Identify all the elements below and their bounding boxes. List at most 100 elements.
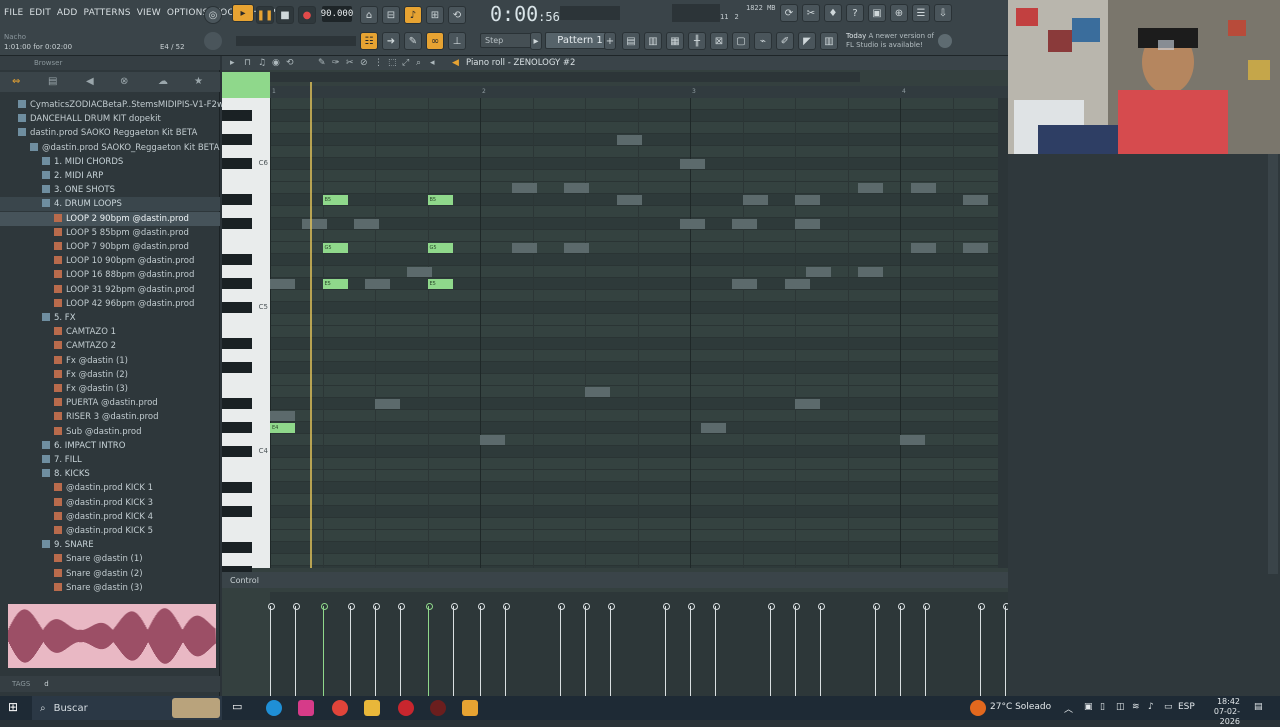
- note-lane[interactable]: [270, 482, 1008, 494]
- black-key[interactable]: [222, 194, 252, 205]
- black-key[interactable]: [222, 542, 252, 553]
- note-lane[interactable]: [270, 386, 1008, 398]
- velocity-bar[interactable]: [977, 603, 985, 696]
- loop-tool-icon[interactable]: ⟲: [286, 58, 294, 68]
- note-lane[interactable]: [270, 470, 1008, 482]
- black-key[interactable]: [222, 362, 252, 373]
- app-dark-icon[interactable]: [430, 700, 446, 716]
- browser-folder-item[interactable]: 1. MIDI CHORDS: [0, 155, 220, 169]
- velocity-bar[interactable]: [608, 603, 616, 696]
- note-lane[interactable]: [270, 158, 1008, 170]
- note-lane[interactable]: [270, 302, 1008, 314]
- browser-file-item[interactable]: Fx @dastin (3): [0, 382, 220, 396]
- zoom-tool-icon[interactable]: ⤢: [402, 58, 409, 68]
- save-icon[interactable]: ▣: [868, 4, 886, 22]
- midi-note[interactable]: E4: [270, 423, 296, 433]
- note-lane[interactable]: [270, 494, 1008, 506]
- language-indicator[interactable]: ESP: [1178, 702, 1195, 712]
- browser-folder-item[interactable]: 7. FILL: [0, 453, 220, 467]
- velocity-bar[interactable]: [713, 603, 721, 696]
- browser-file-item[interactable]: LOOP 5 85bpm @dastin.prod: [0, 226, 220, 240]
- menu-item-patterns[interactable]: PATTERNS: [84, 8, 131, 18]
- note-lane[interactable]: [270, 182, 1008, 194]
- master-pitch-slider[interactable]: [236, 36, 356, 46]
- black-key[interactable]: [222, 110, 252, 121]
- midi-note[interactable]: G5: [322, 243, 348, 253]
- note-lane[interactable]: [270, 434, 1008, 446]
- file-explorer-icon[interactable]: [364, 700, 380, 716]
- tray-arrow-icon[interactable]: ︿: [1064, 702, 1073, 715]
- sample-waveform-preview[interactable]: [8, 604, 216, 668]
- note-lane[interactable]: [270, 110, 1008, 122]
- stamp-tool-icon[interactable]: ♫: [258, 58, 266, 68]
- countdown-icon[interactable]: ♪: [404, 6, 422, 24]
- browser-folder-item[interactable]: 2. MIDI ARP: [0, 169, 220, 183]
- velocity-bar[interactable]: [268, 603, 275, 696]
- tray-wifi-icon[interactable]: ≋: [1132, 702, 1140, 712]
- plugin-picker-icon[interactable]: ⊠: [710, 32, 728, 50]
- menu-item-options[interactable]: OPTIONS: [167, 8, 209, 18]
- note-lane[interactable]: [270, 98, 1008, 110]
- browser-folder-item[interactable]: 5. FX: [0, 311, 220, 325]
- black-key[interactable]: [222, 218, 252, 229]
- note-lane[interactable]: [270, 146, 1008, 158]
- chat-icon[interactable]: ☰: [912, 4, 930, 22]
- menu-item-file[interactable]: FILE: [4, 8, 23, 18]
- tempo-display[interactable]: 90.000: [321, 6, 353, 22]
- tray-battery-icon[interactable]: ▭: [1164, 702, 1173, 712]
- piano-keyboard[interactable]: C6 C5 C4: [222, 98, 270, 577]
- browser-file-item[interactable]: CAMTAZO 2: [0, 339, 220, 353]
- browser-file-item[interactable]: CAMTAZO 1: [0, 325, 220, 339]
- instagram-icon[interactable]: [298, 700, 314, 716]
- notification-icon[interactable]: ▤: [1254, 702, 1263, 712]
- note-lane[interactable]: [270, 374, 1008, 386]
- plugin-db-icon[interactable]: ⊗: [120, 76, 128, 87]
- browser-file-item[interactable]: Snare @dastin (3): [0, 581, 220, 595]
- app-red-icon[interactable]: [398, 700, 414, 716]
- loop-record-icon[interactable]: ⟲: [448, 6, 466, 24]
- midi-note[interactable]: B5: [322, 195, 348, 205]
- velocity-lane[interactable]: [268, 592, 1090, 696]
- note-lane[interactable]: [270, 314, 1008, 326]
- piano-roll-window-icon[interactable]: ▥: [644, 32, 662, 50]
- pattern-add-icon[interactable]: +: [604, 32, 616, 50]
- browser-file-item[interactable]: LOOP 7 90bpm @dastin.prod: [0, 240, 220, 254]
- plugin-icon[interactable]: ⊕: [890, 4, 908, 22]
- task-view-icon[interactable]: ▭: [232, 700, 248, 716]
- browser-file-item[interactable]: Fx @dastin (2): [0, 368, 220, 382]
- mute-tool-icon[interactable]: ⊘: [360, 58, 368, 68]
- browser-file-item[interactable]: LOOP 10 90bpm @dastin.prod: [0, 254, 220, 268]
- browser-options-icon[interactable]: ⇔: [12, 76, 20, 87]
- note-lane[interactable]: [270, 290, 1008, 302]
- note-lane[interactable]: [270, 542, 1008, 554]
- black-key[interactable]: [222, 482, 252, 493]
- velocity-bar[interactable]: [1003, 603, 1010, 696]
- slice-tool-icon[interactable]: ⋮: [374, 58, 383, 68]
- note-lane[interactable]: [270, 506, 1008, 518]
- star-icon[interactable]: ★: [194, 76, 203, 87]
- note-lane[interactable]: [270, 518, 1008, 530]
- black-key[interactable]: [222, 254, 252, 265]
- clock[interactable]: 18:42 07-02-2026: [1200, 697, 1240, 727]
- metronome-icon[interactable]: ⌂: [360, 6, 378, 24]
- browser-file-item[interactable]: LOOP 42 96bpm @dastin.prod: [0, 297, 220, 311]
- browser-folder-item[interactable]: CymaticsZODIACBetaP..StemsMIDIPIS-V1-F2w: [0, 98, 224, 112]
- playlist-window-icon[interactable]: ▤: [622, 32, 640, 50]
- black-key[interactable]: [222, 134, 252, 145]
- browser-file-item[interactable]: LOOP 31 92bpm @dastin.prod: [0, 283, 220, 297]
- weather-text[interactable]: 27°C Soleado: [990, 702, 1051, 712]
- browser-file-item[interactable]: @dastin.prod KICK 3: [0, 496, 220, 510]
- cut-icon[interactable]: ✂: [802, 4, 820, 22]
- magnet-icon[interactable]: ⊓: [244, 58, 251, 68]
- browser-folder-item[interactable]: 4. DRUM LOOPS: [0, 197, 220, 212]
- note-lane[interactable]: [270, 530, 1008, 542]
- note-lane[interactable]: [270, 326, 1008, 338]
- note-lane[interactable]: [270, 230, 1008, 242]
- pause-button[interactable]: ❚❚: [256, 6, 274, 24]
- browser-file-item[interactable]: LOOP 16 88bpm @dastin.prod: [0, 268, 220, 282]
- note-lane[interactable]: [270, 422, 1008, 434]
- black-key[interactable]: [222, 398, 252, 409]
- note-lane[interactable]: [270, 254, 1008, 266]
- note-lane[interactable]: [270, 338, 1008, 350]
- horizontal-scrollbar[interactable]: [270, 72, 860, 82]
